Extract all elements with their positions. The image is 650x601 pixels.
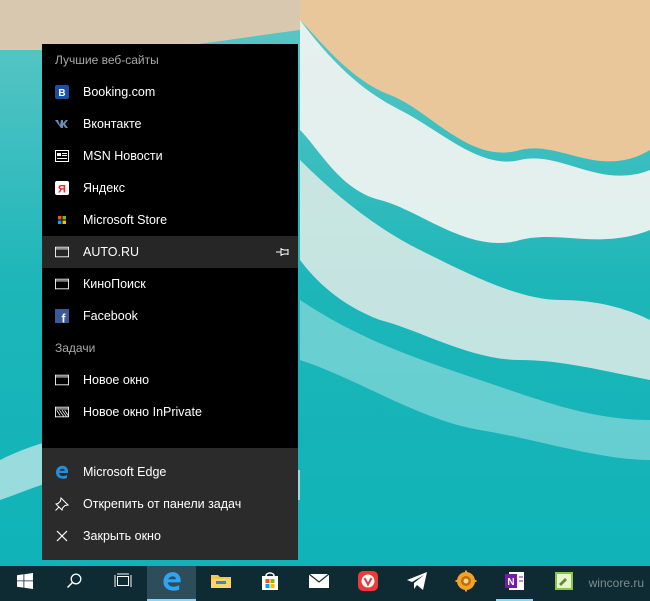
vk-icon <box>55 117 69 131</box>
watermark: wincore.ru <box>588 576 644 590</box>
app-action-close-window[interactable]: Закрыть окно <box>42 520 298 552</box>
task-view-icon <box>114 573 132 594</box>
jumplist-item-label: КиноПоиск <box>83 277 146 291</box>
close-icon <box>55 529 69 543</box>
facebook-icon: f <box>55 309 69 323</box>
yandex-icon: Я <box>55 181 69 195</box>
taskbar-file-explorer-button[interactable] <box>196 566 245 601</box>
booking-icon: B <box>55 85 69 99</box>
taskbar: N wincore.ru <box>0 566 650 601</box>
section-header-tasks: Задачи <box>55 341 96 355</box>
jumplist-item-label: Яндекс <box>83 181 126 195</box>
jumplist-item-new-window[interactable]: Новое окно <box>42 364 298 396</box>
inprivate-window-icon <box>55 405 69 419</box>
jumplist-item-vkontakte[interactable]: Вконтакте <box>42 108 298 140</box>
jumplist-item-msn-news[interactable]: MSN Новости <box>42 140 298 172</box>
svg-text:Я: Я <box>58 184 66 196</box>
jumplist-item-label: Вконтакте <box>83 117 142 131</box>
notepad-icon <box>553 570 575 597</box>
taskbar-edge-button[interactable] <box>147 566 196 601</box>
section-header-top-sites: Лучшие веб-сайты <box>55 53 159 67</box>
search-icon <box>66 573 82 594</box>
gear-app-icon <box>455 570 477 597</box>
jumplist-item-label: Facebook <box>83 309 138 323</box>
taskbar-gear-app-button[interactable] <box>441 566 490 601</box>
edge-jump-list: Лучшие веб-сайты B Booking.com Вконтакте… <box>42 44 298 560</box>
news-icon <box>55 149 69 163</box>
jumplist-item-facebook[interactable]: f Facebook <box>42 300 298 332</box>
edge-icon <box>162 571 182 596</box>
svg-text:N: N <box>507 577 514 588</box>
jumplist-item-label: MSN Новости <box>83 149 163 163</box>
pin-icon[interactable] <box>275 245 291 259</box>
store-bag-icon <box>260 571 280 596</box>
taskbar-notepad-button[interactable] <box>539 566 588 601</box>
jumplist-item-label: AUTO.RU <box>83 245 140 259</box>
unpin-icon <box>55 497 69 511</box>
jumplist-item-new-inprivate-window[interactable]: Новое окно InPrivate <box>42 396 298 428</box>
window-icon <box>55 373 69 387</box>
windows-logo-icon <box>55 213 69 227</box>
taskbar-telegram-button[interactable] <box>392 566 441 601</box>
jumplist-item-label: Новое окно InPrivate <box>83 405 202 419</box>
jumplist-item-booking[interactable]: B Booking.com <box>42 76 298 108</box>
app-actions-panel: Microsoft Edge Открепить от панели задач… <box>42 448 298 560</box>
folder-icon <box>210 572 232 595</box>
app-action-open-edge[interactable]: Microsoft Edge <box>42 456 298 488</box>
onenote-icon: N <box>504 570 526 597</box>
telegram-icon <box>406 571 428 596</box>
task-view-button[interactable] <box>98 566 147 601</box>
jumplist-item-auto-ru[interactable]: AUTO.RU <box>42 236 298 268</box>
windows-start-icon <box>16 573 33 594</box>
taskbar-mail-button[interactable] <box>294 566 343 601</box>
taskbar-onenote-button[interactable]: N <box>490 566 539 601</box>
jumplist-item-yandex[interactable]: Я Яндекс <box>42 172 298 204</box>
jumplist-item-label: Новое окно <box>83 373 150 387</box>
app-action-label: Открепить от панели задач <box>83 497 242 511</box>
jumplist-item-microsoft-store[interactable]: Microsoft Store <box>42 204 298 236</box>
taskbar-vivaldi-button[interactable] <box>343 566 392 601</box>
mail-icon <box>308 573 330 594</box>
page-icon <box>55 277 69 291</box>
app-action-unpin[interactable]: Открепить от панели задач <box>42 488 298 520</box>
page-icon <box>55 245 69 259</box>
jumplist-item-label: Booking.com <box>83 85 156 99</box>
taskbar-store-button[interactable] <box>245 566 294 601</box>
app-action-label: Закрыть окно <box>83 529 161 543</box>
edge-icon <box>55 465 69 479</box>
start-button[interactable] <box>0 566 49 601</box>
svg-text:B: B <box>58 88 65 99</box>
vivaldi-icon <box>357 570 379 597</box>
app-action-label: Microsoft Edge <box>83 465 167 479</box>
search-button[interactable] <box>49 566 98 601</box>
jumplist-item-label: Microsoft Store <box>83 213 168 227</box>
jumplist-item-kinopoisk[interactable]: КиноПоиск <box>42 268 298 300</box>
